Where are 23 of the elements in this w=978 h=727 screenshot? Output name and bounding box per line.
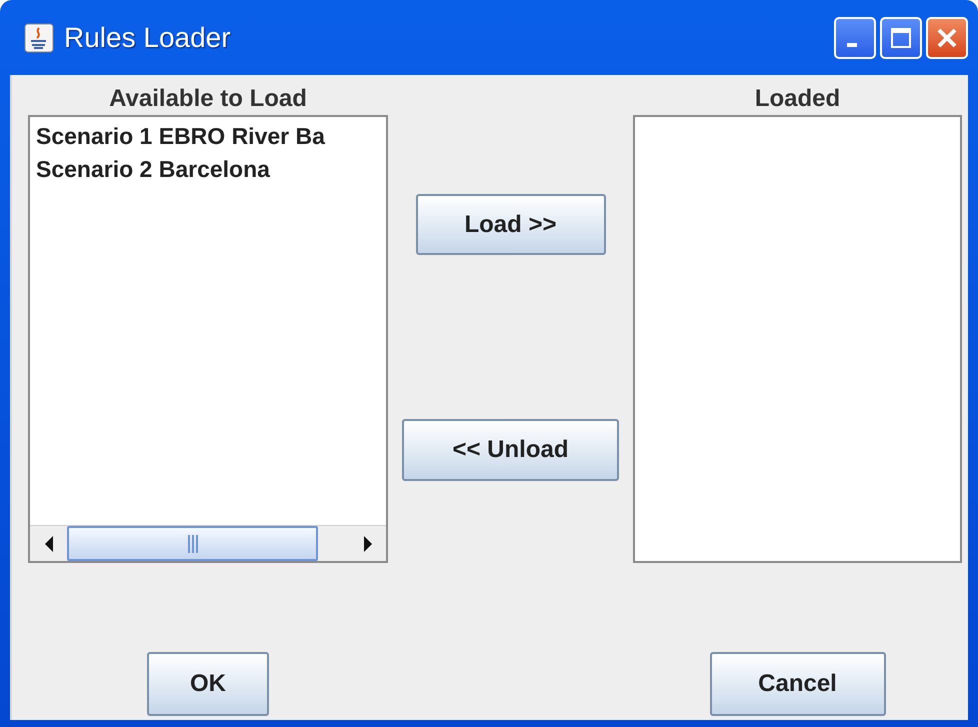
- list-label: Loaded: [754, 85, 840, 114]
- left-arrow-icon: [42, 534, 54, 552]
- window-title: Rules Loader: [64, 22, 232, 54]
- list-label: Available to Load: [109, 85, 307, 114]
- list-item[interactable]: Scenario 1 EBRO River Ba: [36, 123, 386, 150]
- horizontal-scrollbar[interactable]: [30, 525, 386, 561]
- minimize-button[interactable]: [834, 16, 876, 58]
- unload-button[interactable]: << Unload: [402, 419, 619, 481]
- minimize-icon: [847, 42, 857, 46]
- load-button[interactable]: Load >>: [416, 194, 606, 255]
- maximize-icon: [889, 26, 913, 50]
- scroll-thumb[interactable]: [67, 526, 318, 561]
- grip-icon: [186, 532, 198, 554]
- maximize-button[interactable]: [880, 16, 922, 58]
- app-icon: [24, 22, 54, 52]
- loaded-list[interactable]: [633, 115, 962, 563]
- ok-button[interactable]: OK: [147, 652, 269, 716]
- available-list[interactable]: Scenario 1 EBRO River Ba Scenario 2 Barcelona: [28, 115, 388, 563]
- list-item[interactable]: Scenario 2 Barcelona: [36, 156, 386, 183]
- right-arrow-icon: [362, 534, 374, 552]
- close-button[interactable]: [926, 16, 968, 58]
- cancel-button[interactable]: Cancel: [710, 652, 886, 716]
- close-icon: [935, 26, 959, 50]
